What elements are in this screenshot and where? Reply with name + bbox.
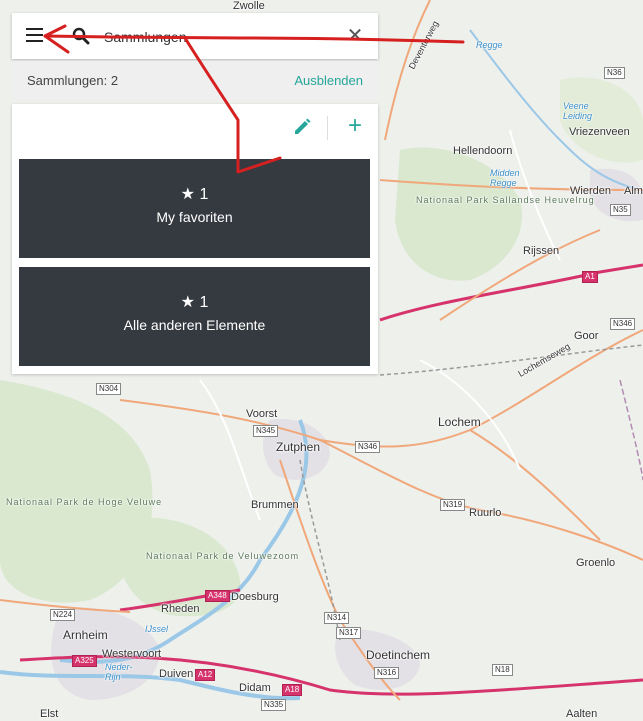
- collection-count: ★ 1: [19, 292, 370, 312]
- place-groenlo: Groenlo: [576, 557, 616, 569]
- collection-count-value: 1: [199, 294, 209, 311]
- place-arnheim: Arnheim: [63, 628, 108, 642]
- place-rijssen: Rijssen: [523, 245, 560, 257]
- road-shield: A325: [72, 655, 97, 667]
- place-duiven: Duiven: [159, 668, 194, 680]
- place-hellendoorn: Hellendoorn: [453, 145, 513, 157]
- road-shield: N314: [324, 612, 350, 624]
- menu-icon[interactable]: [26, 27, 44, 43]
- road-shield: N317: [336, 627, 362, 639]
- place-aalten: Aalten: [566, 708, 598, 720]
- road-shield: A12: [195, 669, 216, 681]
- road-shield: N304: [96, 383, 122, 395]
- star-icon: ★: [180, 186, 195, 203]
- hide-link[interactable]: Ausblenden: [294, 73, 363, 88]
- pencil-icon[interactable]: [292, 117, 312, 137]
- road-shield: N335: [261, 699, 287, 711]
- park-sallandse: Nationaal Park Sallandse Heuvelrug: [416, 195, 595, 205]
- place-lochem: Lochem: [438, 415, 481, 429]
- road-shield: A348: [205, 590, 230, 602]
- water-regge: Regge: [476, 40, 503, 50]
- place-vriezenveen: Vriezenveen: [569, 126, 630, 138]
- place-westervoort: Westervoort: [102, 648, 162, 660]
- collection-card[interactable]: ★ 1 Alle anderen Elemente: [19, 267, 370, 366]
- road-shield: N316: [374, 667, 400, 679]
- road-shield: N35: [610, 204, 631, 216]
- search-input[interactable]: [102, 26, 326, 48]
- place-zutphen: Zutphen: [276, 440, 321, 454]
- road-shield: N346: [610, 318, 636, 330]
- collections-panel: + ★ 1 My favoriten ★ 1 Alle anderen Elem…: [12, 104, 378, 374]
- search-bar: ✕: [12, 13, 378, 59]
- place-doesburg: Doesburg: [231, 591, 279, 603]
- water-veene-leiding: Veene Leiding: [563, 101, 593, 121]
- place-didam: Didam: [239, 682, 271, 694]
- road-shield: N18: [492, 664, 513, 676]
- road-shield: N319: [440, 499, 466, 511]
- collections-summary: Sammlungen: 2 Ausblenden: [12, 60, 378, 101]
- collection-count-value: 1: [199, 186, 209, 203]
- road-shield: N36: [604, 67, 625, 79]
- water-neder-rijn: Neder-Rijn: [105, 662, 133, 682]
- road-shield: N224: [50, 609, 76, 621]
- toolbar-divider: [327, 116, 328, 140]
- place-zwolle: Zwolle: [233, 0, 265, 12]
- collection-card[interactable]: ★ 1 My favoriten: [19, 159, 370, 258]
- collection-count: ★ 1: [19, 184, 370, 204]
- place-elst: Elst: [40, 708, 59, 720]
- search-icon: [72, 27, 90, 45]
- place-almelo: Alm: [624, 185, 643, 197]
- close-icon[interactable]: ✕: [346, 25, 364, 47]
- park-veluwezoom: Nationaal Park de Veluwezoom: [146, 551, 298, 561]
- road-shield: N346: [355, 441, 381, 453]
- road-shield: A18: [282, 684, 303, 696]
- road-shield: A1: [582, 271, 598, 283]
- collection-title: Alle anderen Elemente: [123, 317, 266, 333]
- water-midden-regge: Midden Regge: [490, 168, 520, 188]
- park-hoge-veluwe: Nationaal Park de Hoge Veluwe: [6, 497, 163, 507]
- collection-title: My favoriten: [156, 209, 233, 225]
- place-doetinchem: Doetinchem: [366, 648, 431, 662]
- water-ijssel: IJssel: [145, 624, 169, 634]
- plus-icon[interactable]: +: [344, 114, 366, 138]
- collections-count: Sammlungen: 2: [27, 73, 119, 88]
- star-icon: ★: [180, 294, 195, 311]
- place-goor: Goor: [574, 330, 599, 342]
- place-ruurlo: Ruurlo: [469, 507, 502, 519]
- place-voorst: Voorst: [246, 408, 278, 420]
- place-rheden: Rheden: [161, 603, 200, 615]
- road-shield: N345: [253, 425, 279, 437]
- place-brummen: Brummen: [251, 499, 299, 511]
